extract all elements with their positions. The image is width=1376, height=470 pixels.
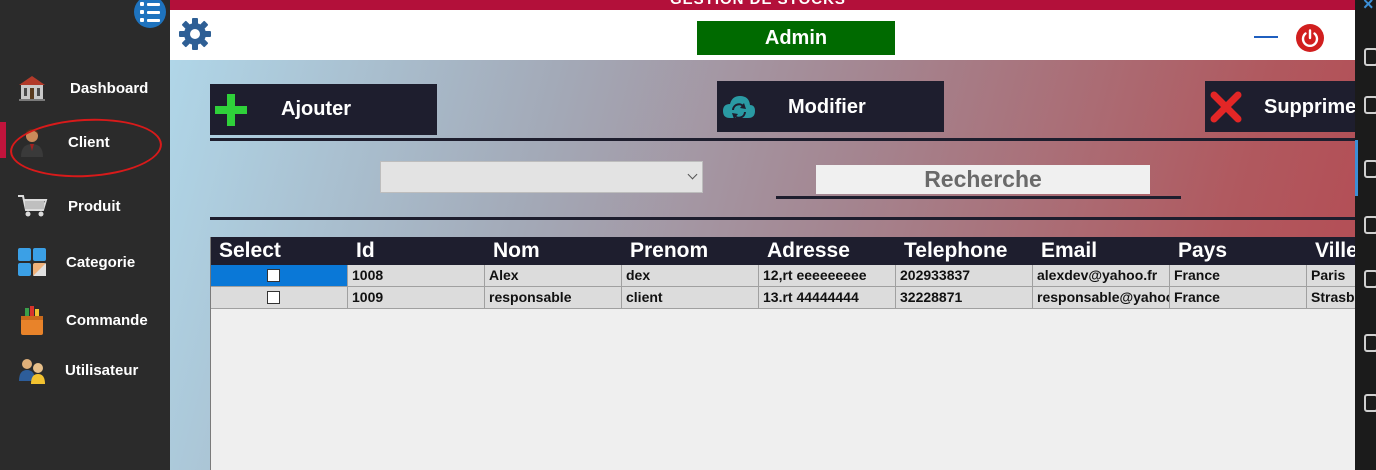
clients-table[interactable]: Select Id Nom Prenom Adresse Telephone E… <box>210 237 1355 470</box>
sidebar: Dashboard Client Produit Categorie Comma <box>0 0 170 470</box>
active-panel-indicator <box>1355 140 1358 196</box>
sidebar-item-label: Produit <box>68 197 121 215</box>
panel-icon[interactable] <box>1364 334 1376 352</box>
title-bar: GESTION DE STOCKS <box>170 0 1355 10</box>
tiles-icon <box>16 246 48 278</box>
divider <box>210 217 1355 220</box>
table-header: Select Id Nom Prenom Adresse Telephone E… <box>211 237 1355 265</box>
delete-button[interactable]: Supprimer <box>1205 81 1355 132</box>
panel-icon[interactable] <box>1364 160 1376 178</box>
app-title: GESTION DE STOCKS <box>670 0 846 8</box>
minimize-icon[interactable] <box>1254 36 1278 38</box>
column-header-nom[interactable]: Nom <box>485 237 622 265</box>
row-select-cell[interactable] <box>211 287 348 308</box>
column-header-telephone[interactable]: Telephone <box>896 237 1033 265</box>
sidebar-item-produit[interactable]: Produit <box>0 184 170 228</box>
plus-icon <box>214 93 248 127</box>
side-panel-edge: × <box>1355 0 1376 470</box>
close-icon[interactable]: × <box>1363 0 1374 15</box>
shopping-bag-icon <box>16 304 48 336</box>
panel-icon[interactable] <box>1364 270 1376 288</box>
cell-prenom[interactable]: client <box>622 287 759 308</box>
column-header-ville[interactable]: Ville <box>1307 237 1355 265</box>
sidebar-item-label: Categorie <box>66 253 136 271</box>
cell-telephone[interactable]: 32228871 <box>896 287 1033 308</box>
add-button[interactable]: Ajouter <box>210 84 437 135</box>
close-icon <box>1209 90 1243 124</box>
row-select-cell[interactable] <box>211 265 348 286</box>
power-icon[interactable] <box>1296 24 1324 52</box>
row-checkbox[interactable] <box>267 269 280 282</box>
column-header-pays[interactable]: Pays <box>1170 237 1307 265</box>
cell-ville[interactable]: Strasbourg <box>1307 287 1355 308</box>
cloud-sync-icon <box>721 90 757 124</box>
panel-icon[interactable] <box>1364 48 1376 66</box>
sidebar-item-commande[interactable]: Commande <box>0 298 170 342</box>
cell-nom[interactable]: responsable <box>485 287 622 308</box>
divider <box>210 138 1355 141</box>
cell-id[interactable]: 1009 <box>348 287 485 308</box>
filter-dropdown[interactable] <box>380 161 703 193</box>
column-header-email[interactable]: Email <box>1033 237 1170 265</box>
cell-id[interactable]: 1008 <box>348 265 485 286</box>
row-checkbox[interactable] <box>267 291 280 304</box>
search-input[interactable] <box>816 165 1150 194</box>
panel-icon[interactable] <box>1364 216 1376 234</box>
building-icon <box>16 72 48 104</box>
panel-icon[interactable] <box>1364 394 1376 412</box>
sidebar-item-utilisateur[interactable]: Utilisateur <box>0 348 170 392</box>
table-row[interactable]: 1008 Alex dex 12,rt eeeeeeeee 202933837 … <box>211 265 1355 287</box>
cell-prenom[interactable]: dex <box>622 265 759 286</box>
cell-adresse[interactable]: 13.rt 44444444 <box>759 287 896 308</box>
cell-nom[interactable]: Alex <box>485 265 622 286</box>
delete-button-label: Supprimer <box>1264 96 1355 118</box>
users-icon <box>16 354 48 386</box>
sidebar-item-categorie[interactable]: Categorie <box>0 240 170 284</box>
cell-telephone[interactable]: 202933837 <box>896 265 1033 286</box>
main-content: Ajouter Modifier Supprimer Select Id <box>170 60 1355 470</box>
cell-pays[interactable]: France <box>1170 287 1307 308</box>
table-row[interactable]: 1009 responsable client 13.rt 44444444 3… <box>211 287 1355 309</box>
cell-ville[interactable]: Paris <box>1307 265 1355 286</box>
chevron-down-icon <box>687 169 698 180</box>
cell-adresse[interactable]: 12,rt eeeeeeeee <box>759 265 896 286</box>
header: Admin <box>170 10 1355 60</box>
edit-button[interactable]: Modifier <box>717 81 944 132</box>
app-window: Dashboard Client Produit Categorie Comma <box>0 0 1376 470</box>
edit-button-label: Modifier <box>788 96 866 118</box>
sidebar-item-dashboard[interactable]: Dashboard <box>0 66 170 110</box>
user-badge: Admin <box>697 21 895 55</box>
menu-list-icon[interactable] <box>134 0 166 28</box>
cell-email[interactable]: responsable@yahoo.fr <box>1033 287 1170 308</box>
add-button-label: Ajouter <box>281 98 351 120</box>
cell-pays[interactable]: France <box>1170 265 1307 286</box>
sidebar-item-label: Utilisateur <box>65 361 139 379</box>
cell-email[interactable]: alexdev@yahoo.fr <box>1033 265 1170 286</box>
column-header-select[interactable]: Select <box>211 237 348 265</box>
search-underline <box>776 196 1181 199</box>
panel-icon[interactable] <box>1364 96 1376 114</box>
column-header-adresse[interactable]: Adresse <box>759 237 896 265</box>
gear-icon[interactable] <box>178 17 212 51</box>
sidebar-item-label: Dashboard <box>70 79 149 97</box>
column-header-prenom[interactable]: Prenom <box>622 237 759 265</box>
cart-icon <box>16 190 48 222</box>
column-header-id[interactable]: Id <box>348 237 485 265</box>
sidebar-item-label: Commande <box>66 311 148 329</box>
